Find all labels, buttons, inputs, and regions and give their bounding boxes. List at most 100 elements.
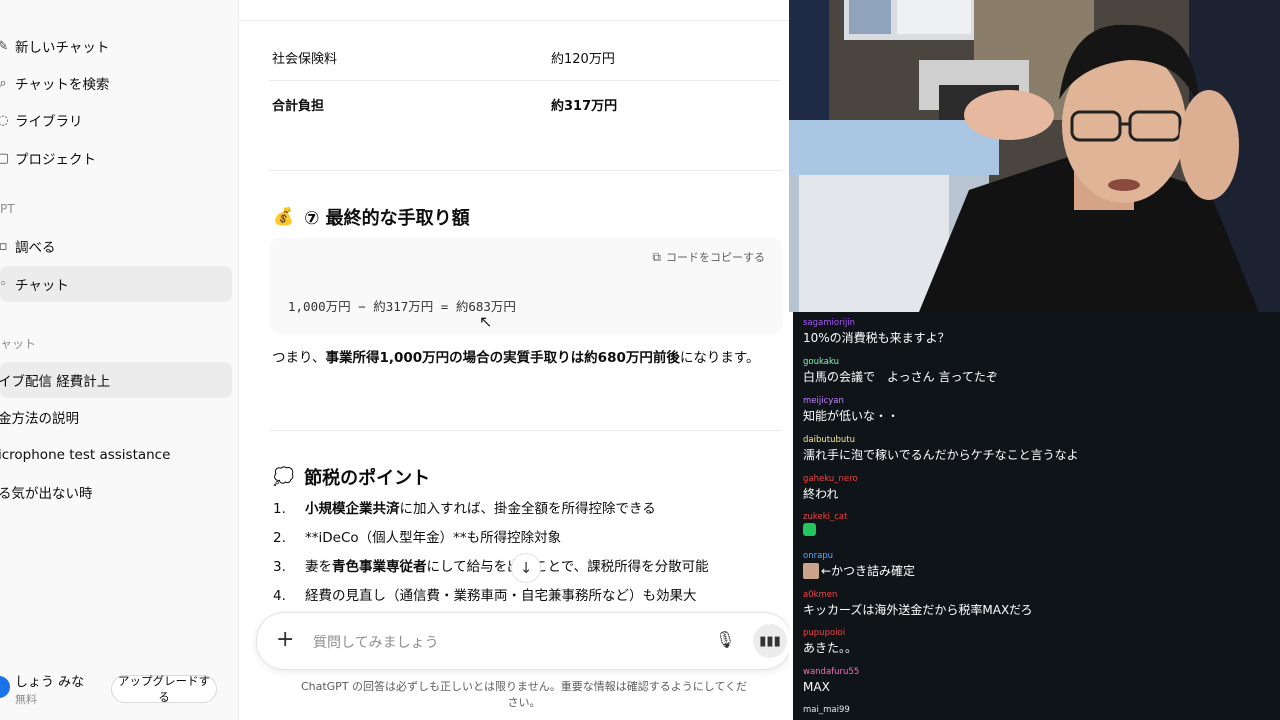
- chat-username: zukeki_cat: [803, 512, 848, 522]
- section-title: ⑦ 最終的な手取り額: [304, 208, 470, 229]
- arrow-down-icon: ↓: [519, 559, 533, 577]
- chat-message: gaheku_nero 終われ: [803, 474, 858, 503]
- microphone-icon[interactable]: 🎙: [715, 630, 735, 649]
- live-chat-panel: sagamiorijin 10%の消費税も来ますよ？ goukaku 白馬の会議…: [793, 312, 1280, 720]
- chat-text: 濡れ手に泡で稼いでるんだからケチなこと言うなよ: [803, 448, 1079, 462]
- sidebar: ✎ 新しいチャット ⌕ チャットを検索 ◌ ライブラリ ▢ プロジェクト PT …: [0, 0, 239, 720]
- chat-message: pupupoioi あきた。。: [803, 628, 857, 657]
- table-divider: [269, 80, 781, 81]
- list-number: 2.: [273, 530, 286, 546]
- user-name: しょう みな: [15, 675, 85, 690]
- sidebar-section-gpt: PT: [0, 202, 15, 216]
- chat-username: goukaku: [803, 357, 840, 367]
- list-item: 1. 小規模企業共済に加入すれば、掛金全額を所得控除できる: [273, 496, 783, 525]
- sidebar-item-label: 調べる: [15, 240, 56, 256]
- chat-message: a0kmen キッカーズは海外送金だから税率MAXだろ: [803, 590, 1032, 619]
- chat-message: onrapu ←かつき詰み確定: [803, 551, 915, 580]
- chat-text: 知能が低いな・・: [803, 409, 900, 423]
- plus-icon[interactable]: +: [276, 627, 294, 652]
- prompt-input[interactable]: 質問してみましょう: [313, 632, 439, 652]
- chat-text: [803, 523, 847, 536]
- sidebar-chat-item[interactable]: る気が出ない時: [0, 474, 232, 510]
- chat-icon: ◦: [0, 277, 10, 292]
- sidebar-item-projects[interactable]: ▢ プロジェクト: [0, 140, 232, 176]
- list-text: にして給与を出すことで、課税所得を分散可能: [426, 559, 709, 575]
- sidebar-item-search-chats[interactable]: ⌕ チャットを検索: [0, 65, 232, 101]
- copy-code-button[interactable]: ⧉ コードをコピーする: [652, 249, 765, 265]
- voice-mode-button[interactable]: ▮▮▮: [753, 624, 787, 658]
- list-prefix: 妻を: [305, 559, 332, 575]
- chat-text: 10%の消費税も来ますよ？: [803, 331, 950, 345]
- library-icon: ◌: [0, 113, 10, 128]
- chat-message: goukaku 白馬の会議で よっさん 言ってたぞ: [803, 357, 998, 386]
- table-row-label: 合計負担: [272, 99, 325, 114]
- sidebar-item-new-chat[interactable]: ✎ 新しいチャット: [0, 28, 232, 64]
- chat-username: meijicyan: [803, 396, 844, 406]
- chat-text: 白馬の会議で よっさん 言ってたぞ: [803, 370, 998, 384]
- sidebar-item-chat[interactable]: ◦ チャット: [0, 266, 232, 302]
- chat-username: wandafuru55: [803, 667, 860, 677]
- chat-emote-icon: [803, 563, 819, 579]
- user-plan: 無料: [15, 693, 37, 706]
- project-icon: ▢: [0, 151, 10, 166]
- copy-code-label: コードをコピーする: [666, 251, 765, 264]
- avatar[interactable]: [0, 676, 10, 698]
- list-item: 4. 経費の見直し（通信費・業務車両・自宅兼事務所など）も効果大: [273, 583, 783, 612]
- list-bold: 小規模企業共済: [305, 501, 400, 517]
- code-block: ⧉ コードをコピーする 1,000万円 − 約317万円 = 約683万円: [270, 238, 783, 334]
- chat-text: MAX: [803, 680, 830, 694]
- section-divider: [269, 170, 781, 171]
- chat-username: mai_mai99: [803, 705, 850, 715]
- chat-message: daibutubutu 濡れ手に泡で稼いでるんだからケチなこと言うなよ: [803, 435, 1079, 464]
- sidebar-chat-item[interactable]: icrophone test assistance: [0, 437, 232, 473]
- sidebar-item-label: チャット: [15, 278, 69, 294]
- table-row-label: 社会保険料: [272, 52, 338, 67]
- webcam-image: [789, 0, 1280, 312]
- section-divider: [269, 430, 781, 431]
- explore-icon: ▫: [0, 239, 10, 254]
- chat-message: sagamiorijin 10%の消費税も来ますよ？: [803, 318, 950, 347]
- chat-text: キッカーズは海外送金だから税率MAXだろ: [803, 603, 1033, 617]
- sidebar-chat-item[interactable]: イブ配信 経費計上: [0, 362, 232, 398]
- summary-bold: 事業所得1,000万円の場合の実質手取りは約680万円前後: [325, 350, 680, 366]
- table-row-value: 約120万円: [551, 52, 615, 67]
- chat-username: daibutubutu: [803, 435, 855, 445]
- mouse-cursor-icon: ↖: [479, 312, 493, 331]
- scroll-down-button[interactable]: ↓: [511, 553, 541, 583]
- section-title: 節税のポイント: [304, 468, 431, 489]
- summary-prefix: つまり、: [272, 350, 326, 366]
- list-number: 4.: [273, 588, 286, 604]
- chat-title: イブ配信 経費計上: [0, 374, 111, 390]
- list-item: 2. **iDeCo（個人型年金）**も所得控除対象: [273, 525, 783, 554]
- chat-message: wandafuru55 MAX: [803, 667, 859, 696]
- chat-message: mai_mai99: [803, 705, 850, 716]
- chat-text: あきた。。: [803, 641, 858, 655]
- money-bag-icon: 💰: [273, 207, 295, 227]
- sidebar-item-explore[interactable]: ▫ 調べる: [0, 228, 232, 264]
- list-text: に加入すれば、掛金全額を所得控除できる: [399, 501, 656, 517]
- chat-title: icrophone test assistance: [0, 447, 171, 463]
- composer: + 質問してみましょう 🎙 ▮▮▮: [256, 612, 789, 670]
- summary-suffix: になります。: [679, 350, 760, 366]
- webcam-feed: [789, 0, 1280, 312]
- upgrade-button[interactable]: アップグレードする: [111, 674, 217, 704]
- sidebar-section-chats: ャット: [0, 337, 37, 351]
- waveform-icon: ▮▮▮: [759, 633, 781, 649]
- disclaimer: ChatGPT の回答は必ずしも正しいとは限りません。重要な情報は確認するように…: [300, 680, 748, 709]
- chat-message: meijicyan 知能が低いな・・: [803, 396, 899, 425]
- chat-message: zukeki_cat: [803, 512, 847, 536]
- sidebar-item-library[interactable]: ◌ ライブラリ: [0, 102, 232, 138]
- chat-username: onrapu: [803, 551, 834, 561]
- table-row-value: 約317万円: [551, 99, 618, 114]
- new-chat-icon: ✎: [0, 39, 10, 54]
- copy-icon: ⧉: [652, 249, 661, 264]
- section-heading: 💰 ⑦ 最終的な手取り額: [273, 204, 470, 230]
- list-bold: 青色事業専従者: [332, 559, 427, 575]
- list-number: 3.: [273, 559, 286, 575]
- list-number: 1.: [273, 501, 286, 517]
- sidebar-chat-item[interactable]: 金方法の説明: [0, 399, 232, 435]
- chat-title: る気が出ない時: [0, 486, 93, 502]
- chat-title: 金方法の説明: [0, 411, 79, 427]
- sidebar-item-label: プロジェクト: [15, 152, 96, 168]
- chat-main: 社会保険料 約120万円 合計負担 約317万円 💰 ⑦ 最終的な手取り額 ⧉ …: [239, 0, 789, 720]
